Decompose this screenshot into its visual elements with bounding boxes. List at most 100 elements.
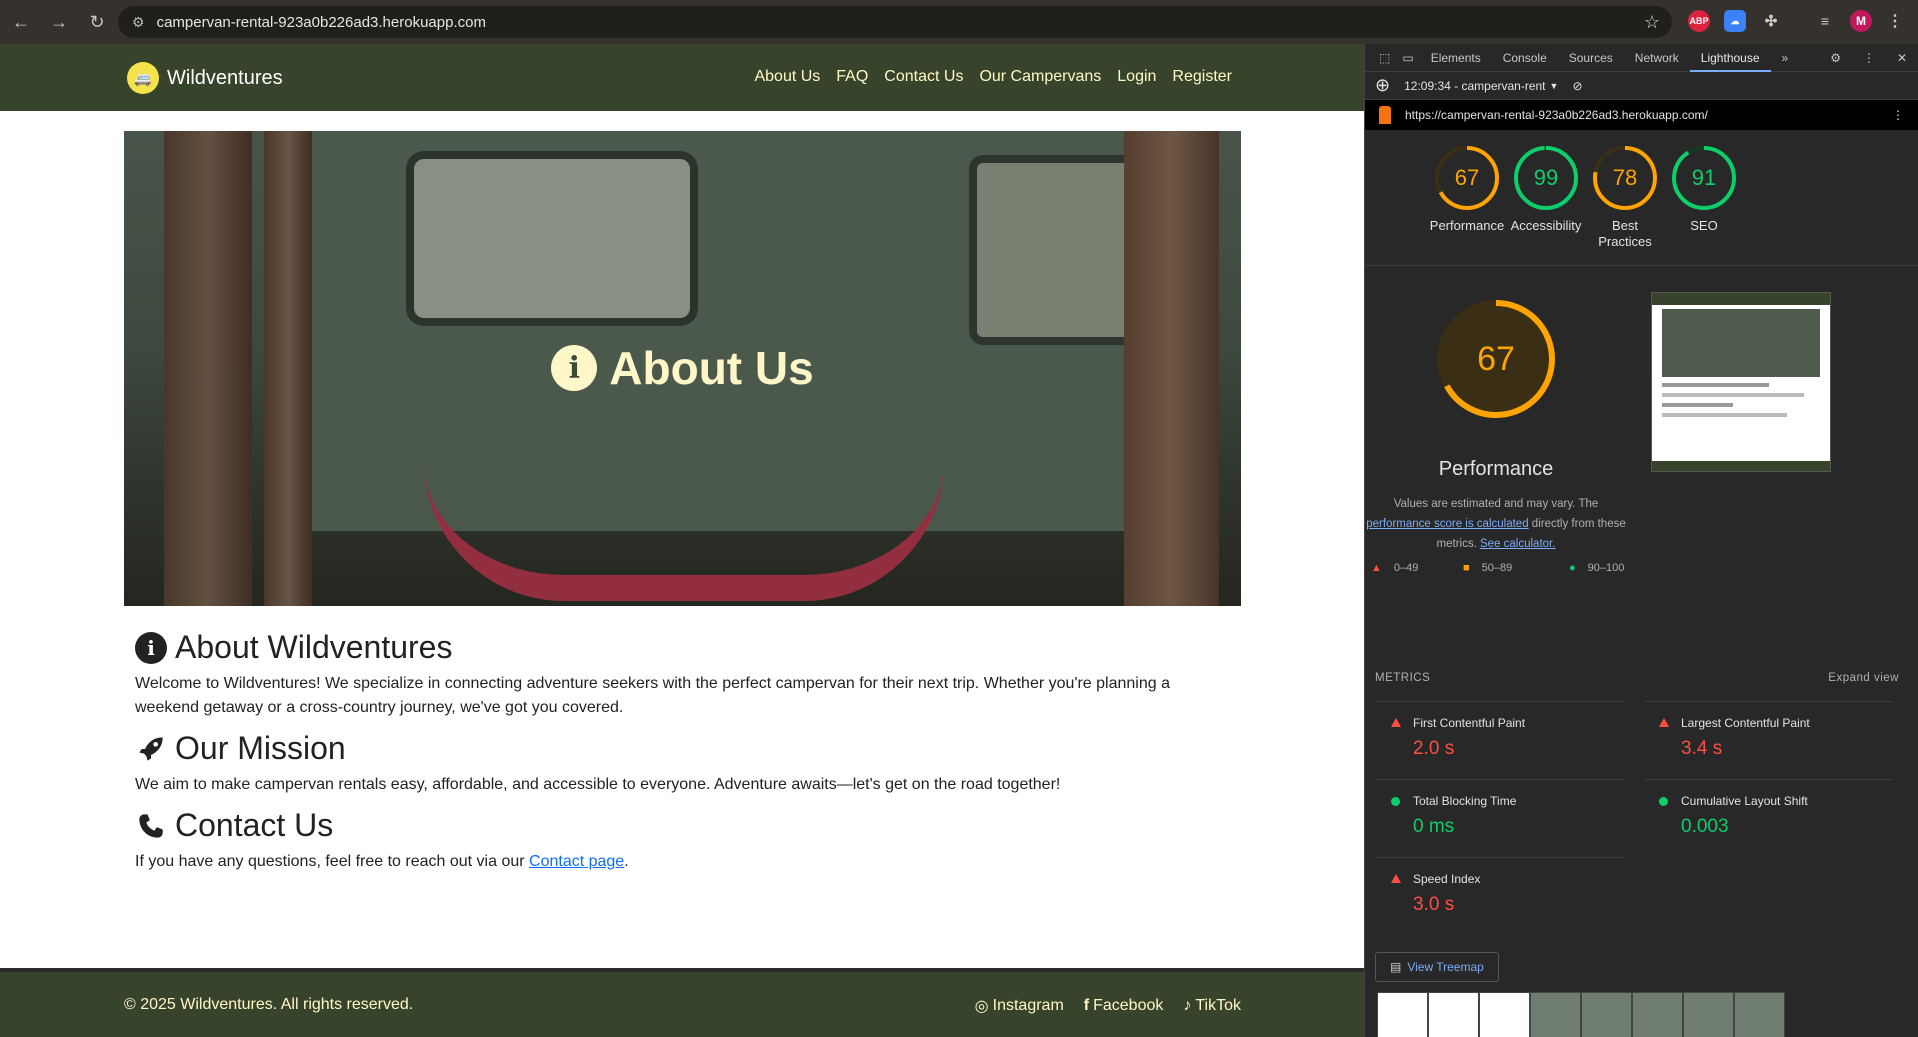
treemap-icon: ▤ bbox=[1390, 960, 1402, 974]
metric-name: Largest Contentful Paint bbox=[1681, 716, 1810, 730]
browser-menu-icon[interactable]: ⋮ bbox=[1884, 10, 1906, 32]
tab-lighthouse[interactable]: Lighthouse bbox=[1689, 44, 1771, 72]
performance-description: Values are estimated and may vary. The p… bbox=[1365, 494, 1627, 554]
metrics-header: METRICS Expand view bbox=[1375, 672, 1899, 684]
desc-text: Values are estimated and may vary. The bbox=[1393, 498, 1599, 510]
section-text: If you have any questions, feel free to … bbox=[135, 850, 1235, 874]
thumb-line bbox=[1662, 403, 1734, 407]
performance-big-gauge: 67 bbox=[1437, 300, 1555, 418]
report-url-bar: https://campervan-rental-923a0b226ad3.he… bbox=[1365, 100, 1918, 130]
nav-about-us[interactable]: About Us bbox=[754, 68, 820, 86]
clear-reports-icon[interactable]: ⊘ bbox=[1572, 79, 1582, 93]
address-bar[interactable]: ⚙ campervan-rental-923a0b226ad3.herokuap… bbox=[118, 6, 1672, 38]
devtools-panel: ⬚ ▭ Elements Console Sources Network Lig… bbox=[1364, 44, 1918, 1037]
info-circle-icon: i bbox=[135, 631, 167, 664]
metric-name: First Contentful Paint bbox=[1413, 716, 1526, 730]
nav-login[interactable]: Login bbox=[1117, 68, 1156, 86]
hero-banner: i About Us bbox=[124, 131, 1241, 606]
hero-title: i About Us bbox=[124, 341, 1241, 395]
brand-name: Wildventures bbox=[167, 66, 283, 89]
back-icon[interactable]: ← bbox=[2, 3, 40, 41]
about-content: i About Wildventures Welcome to Wildvent… bbox=[135, 629, 1235, 884]
thumb-line bbox=[1662, 383, 1769, 387]
cloud-extension-icon[interactable]: ☁ bbox=[1724, 10, 1746, 32]
site-footer: © 2025 Wildventures. All rights reserved… bbox=[0, 968, 1364, 1037]
close-devtools-icon[interactable]: ✕ bbox=[1886, 51, 1918, 65]
tab-network[interactable]: Network bbox=[1624, 51, 1690, 65]
section-heading: Our Mission bbox=[135, 730, 1235, 767]
metric-first-contentful-paint: First Contentful Paint 2.0 s bbox=[1377, 701, 1625, 765]
devtools-menu-icon[interactable]: ⋮ bbox=[1852, 51, 1886, 65]
gauge-label: SEO bbox=[1690, 218, 1718, 233]
tiktok-link[interactable]: ♪ TikTok bbox=[1183, 996, 1241, 1016]
nav-register[interactable]: Register bbox=[1172, 68, 1232, 86]
perf-score-calc-link[interactable]: performance score is calculated bbox=[1366, 518, 1528, 530]
profile-avatar[interactable]: M bbox=[1850, 10, 1872, 32]
pass-circle-icon: ● bbox=[1569, 562, 1576, 574]
facebook-link[interactable]: f Facebook bbox=[1084, 996, 1164, 1016]
forward-icon[interactable]: → bbox=[40, 3, 78, 41]
expand-view-toggle[interactable]: Expand view bbox=[1828, 672, 1899, 684]
report-dropdown-icon[interactable]: ▼ bbox=[1550, 81, 1559, 91]
site-settings-icon[interactable]: ⚙ bbox=[132, 14, 145, 31]
metrics-title: METRICS bbox=[1375, 672, 1431, 684]
lighthouse-icon bbox=[1379, 106, 1391, 124]
view-treemap-button[interactable]: ▤ View Treemap bbox=[1375, 952, 1499, 982]
adblock-extension-icon[interactable]: ABP bbox=[1688, 10, 1710, 32]
info-circle-icon: i bbox=[551, 345, 598, 391]
instagram-link[interactable]: ◎ Instagram bbox=[975, 996, 1064, 1016]
tab-console[interactable]: Console bbox=[1492, 51, 1558, 65]
metric-value: 2.0 s bbox=[1413, 738, 1455, 759]
score-gauges: 67 Performance 99 Accessibility 78 Best … bbox=[1365, 134, 1918, 266]
metric-speed-index: Speed Index 3.0 s bbox=[1377, 857, 1625, 921]
filmstrip-frame bbox=[1734, 992, 1785, 1037]
filmstrip-frame bbox=[1530, 992, 1581, 1037]
report-selector[interactable]: 12:09:34 - campervan-rent bbox=[1404, 79, 1545, 93]
gauge-ring: 67 bbox=[1435, 146, 1499, 210]
treemap-label: View Treemap bbox=[1407, 960, 1484, 974]
settings-gear-icon[interactable]: ⚙ bbox=[1819, 51, 1852, 65]
media-control-icon[interactable]: ≡ bbox=[1814, 10, 1836, 32]
footer-copyright: © 2025 Wildventures. All rights reserved… bbox=[124, 996, 414, 1013]
thumb-hero bbox=[1662, 309, 1820, 377]
section-title: Contact Us bbox=[175, 807, 334, 843]
filmstrip-frame bbox=[1683, 992, 1734, 1037]
tab-sources[interactable]: Sources bbox=[1558, 51, 1624, 65]
section-text: We aim to make campervan rentals easy, a… bbox=[135, 776, 1061, 793]
page-screenshot-thumbnail[interactable] bbox=[1651, 292, 1831, 472]
hero-title-text: About Us bbox=[609, 342, 814, 394]
tab-elements[interactable]: Elements bbox=[1420, 51, 1492, 65]
gauge-ring: 91 bbox=[1672, 146, 1736, 210]
fail-triangle-icon: ▲ bbox=[1371, 562, 1382, 574]
contact-page-link[interactable]: Contact page bbox=[529, 853, 624, 870]
brand-link[interactable]: 🚐 Wildventures bbox=[127, 62, 283, 94]
nav-our-campervans[interactable]: Our Campervans bbox=[979, 68, 1101, 86]
legend-label: 50–89 bbox=[1481, 562, 1513, 574]
pass-circle-icon bbox=[1659, 797, 1668, 806]
nav-menu: About Us FAQ Contact Us Our Campervans L… bbox=[754, 68, 1232, 86]
facebook-label: Facebook bbox=[1093, 997, 1164, 1014]
score-gauge-seo[interactable]: 91 SEO bbox=[1654, 144, 1754, 234]
average-square-icon: ■ bbox=[1463, 562, 1470, 574]
see-calculator-link[interactable]: See calculator. bbox=[1480, 538, 1555, 550]
devtools-tabbar: ⬚ ▭ Elements Console Sources Network Lig… bbox=[1365, 44, 1918, 72]
section-title: About Wildventures bbox=[175, 629, 453, 665]
more-tabs-icon[interactable]: » bbox=[1771, 51, 1800, 65]
report-menu-icon[interactable]: ⋮ bbox=[1892, 108, 1904, 122]
inspect-element-icon[interactable]: ⬚ bbox=[1373, 51, 1396, 65]
new-report-icon[interactable]: ⊕ bbox=[1375, 75, 1390, 96]
bookmark-star-icon[interactable]: ☆ bbox=[1644, 12, 1660, 33]
section-heading: i About Wildventures bbox=[135, 629, 1235, 666]
performance-section: 67 Performance Values are estimated and … bbox=[1365, 284, 1918, 574]
legend-label: 90–100 bbox=[1587, 562, 1625, 574]
fail-triangle-icon bbox=[1659, 718, 1669, 727]
metric-cumulative-layout-shift: Cumulative Layout Shift 0.003 bbox=[1645, 779, 1893, 843]
site-navbar: 🚐 Wildventures About Us FAQ Contact Us O… bbox=[0, 44, 1364, 111]
nav-faq[interactable]: FAQ bbox=[836, 68, 868, 86]
extensions-puzzle-icon[interactable]: ✣ bbox=[1760, 10, 1782, 32]
legend-pass: ● 90–100 bbox=[1569, 562, 1624, 574]
nav-contact-us[interactable]: Contact Us bbox=[884, 68, 963, 86]
reload-icon[interactable]: ↻ bbox=[78, 3, 116, 41]
device-toolbar-icon[interactable]: ▭ bbox=[1396, 51, 1419, 65]
address-text: campervan-rental-923a0b226ad3.herokuapp.… bbox=[156, 13, 486, 31]
